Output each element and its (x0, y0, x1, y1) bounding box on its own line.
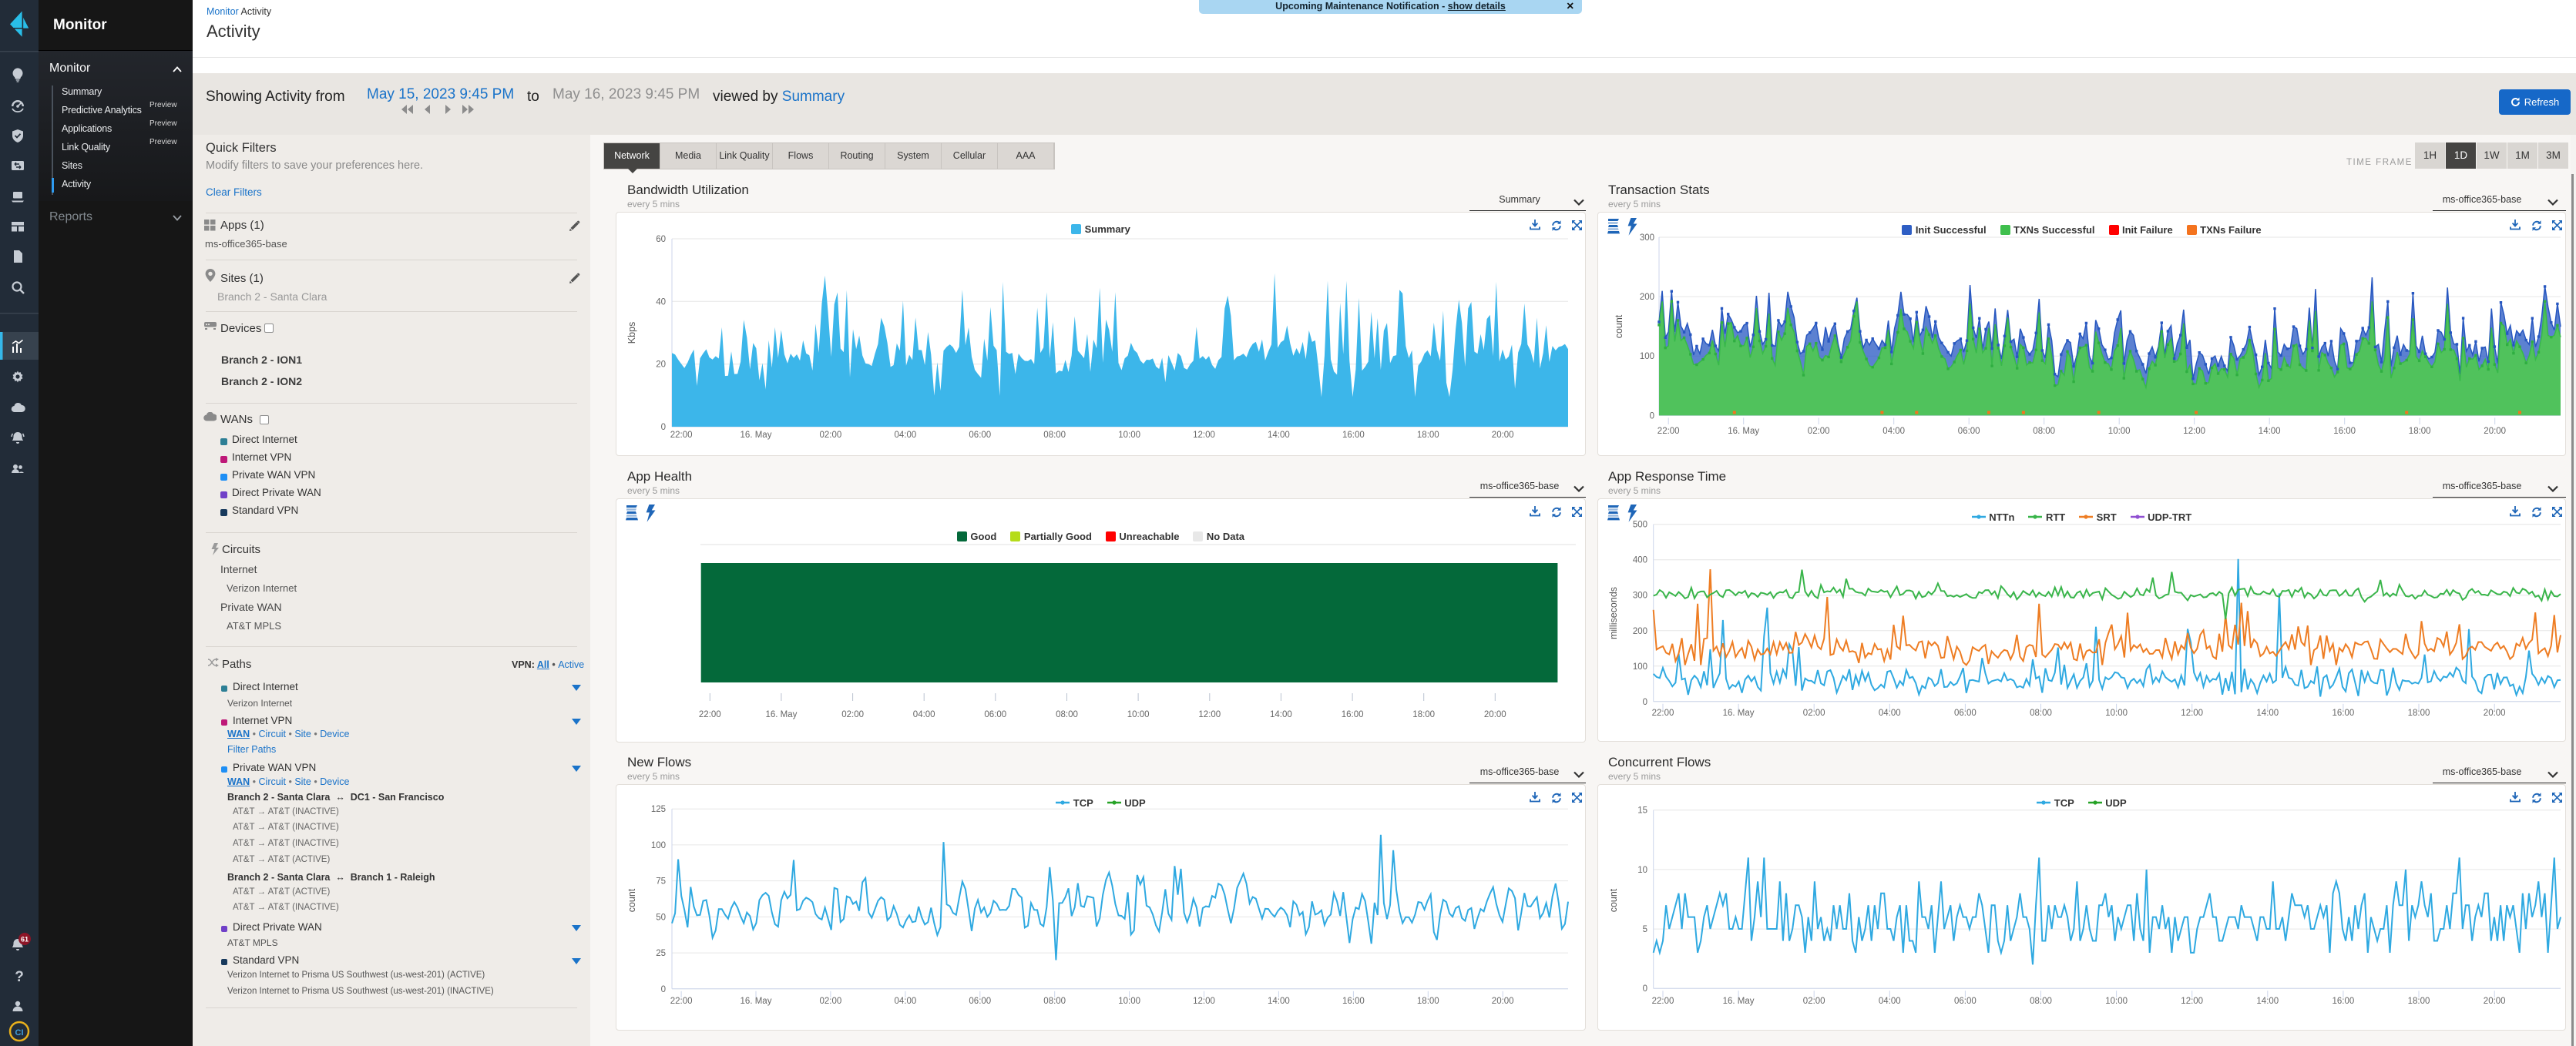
svg-text:02:00: 02:00 (1808, 427, 1830, 436)
svg-text:12:00: 12:00 (2181, 997, 2203, 1006)
svg-text:20:00: 20:00 (1484, 710, 1506, 719)
svg-text:16:00: 16:00 (2333, 997, 2355, 1006)
svg-text:06:00: 06:00 (969, 431, 991, 440)
svg-text:02:00: 02:00 (820, 431, 842, 440)
svg-text:0: 0 (661, 985, 666, 994)
svg-text:count: count (626, 888, 637, 912)
svg-text:200: 200 (1640, 293, 1654, 302)
svg-text:16. May: 16. May (1723, 997, 1755, 1006)
svg-text:20:00: 20:00 (1492, 431, 1514, 440)
svg-text:12:00: 12:00 (1193, 431, 1215, 440)
svg-text:12:00: 12:00 (1198, 710, 1221, 719)
svg-text:18:00: 18:00 (1412, 710, 1435, 719)
svg-text:10:00: 10:00 (2108, 427, 2131, 436)
svg-text:08:00: 08:00 (1043, 431, 1066, 440)
svg-text:02:00: 02:00 (820, 997, 842, 1006)
svg-text:count: count (1614, 314, 1624, 338)
svg-text:22:00: 22:00 (699, 710, 721, 719)
svg-text:5: 5 (1643, 925, 1647, 934)
svg-text:14:00: 14:00 (1270, 710, 1292, 719)
svg-text:10:00: 10:00 (1118, 431, 1140, 440)
svg-text:02:00: 02:00 (1803, 997, 1825, 1006)
svg-text:04:00: 04:00 (1879, 997, 1901, 1006)
svg-text:04:00: 04:00 (1882, 427, 1905, 436)
svg-text:02:00: 02:00 (841, 710, 864, 719)
svg-text:18:00: 18:00 (2409, 427, 2431, 436)
svg-text:16. May: 16. May (1728, 427, 1759, 436)
svg-text:06:00: 06:00 (1954, 997, 1977, 1006)
svg-text:08:00: 08:00 (2033, 427, 2055, 436)
svg-text:08:00: 08:00 (2030, 997, 2052, 1006)
svg-text:06:00: 06:00 (1958, 427, 1980, 436)
svg-text:14:00: 14:00 (2259, 427, 2281, 436)
svg-text:16:00: 16:00 (1342, 997, 1365, 1006)
svg-text:50: 50 (656, 913, 666, 922)
svg-text:16:00: 16:00 (1342, 710, 1364, 719)
svg-text:06:00: 06:00 (969, 997, 991, 1006)
svg-text:14:00: 14:00 (1268, 997, 1290, 1006)
svg-text:0: 0 (1650, 411, 1654, 421)
svg-text:12:00: 12:00 (2183, 427, 2205, 436)
svg-text:14:00: 14:00 (1268, 431, 1290, 440)
svg-text:22:00: 22:00 (670, 431, 693, 440)
svg-text:04:00: 04:00 (895, 431, 917, 440)
svg-text:08:00: 08:00 (1043, 997, 1066, 1006)
svg-text:0: 0 (661, 423, 666, 432)
svg-text:10: 10 (1637, 866, 1647, 875)
svg-text:0: 0 (1643, 698, 1647, 707)
svg-text:20:00: 20:00 (2484, 997, 2506, 1006)
svg-text:100: 100 (1633, 662, 1647, 672)
svg-text:400: 400 (1633, 556, 1647, 565)
svg-text:22:00: 22:00 (670, 997, 693, 1006)
svg-text:04:00: 04:00 (895, 997, 917, 1006)
svg-text:75: 75 (656, 877, 666, 887)
svg-text:16:00: 16:00 (1342, 431, 1365, 440)
svg-text:18:00: 18:00 (2408, 997, 2430, 1006)
svg-text:milliseconds: milliseconds (1608, 587, 1619, 639)
svg-text:18:00: 18:00 (1417, 997, 1439, 1006)
svg-text:14:00: 14:00 (2256, 997, 2279, 1006)
svg-text:100: 100 (1640, 352, 1654, 361)
svg-text:25: 25 (656, 949, 666, 958)
svg-text:18:00: 18:00 (1417, 431, 1439, 440)
svg-text:22:00: 22:00 (1652, 997, 1674, 1006)
svg-text:300: 300 (1633, 592, 1647, 601)
svg-text:16. May: 16. May (741, 997, 772, 1006)
svg-text:10:00: 10:00 (2105, 997, 2128, 1006)
svg-text:CI: CI (15, 1028, 24, 1038)
svg-text:0: 0 (1643, 984, 1647, 994)
svg-text:?: ? (15, 969, 24, 985)
svg-text:22:00: 22:00 (1657, 427, 1680, 436)
svg-text:40: 40 (656, 297, 666, 307)
svg-text:16. May: 16. May (741, 431, 772, 440)
svg-text:20:00: 20:00 (1492, 997, 1514, 1006)
svg-text:20:00: 20:00 (2484, 427, 2506, 436)
svg-text:12:00: 12:00 (1193, 997, 1215, 1006)
svg-text:200: 200 (1633, 627, 1647, 636)
svg-text:16. May: 16. May (765, 710, 797, 719)
svg-text:16:00: 16:00 (2333, 427, 2356, 436)
svg-text:100: 100 (651, 841, 666, 850)
svg-text:10:00: 10:00 (1118, 997, 1140, 1006)
svg-text:04:00: 04:00 (913, 710, 935, 719)
svg-text:10:00: 10:00 (1127, 710, 1150, 719)
svg-text:Kbps: Kbps (626, 322, 637, 344)
svg-text:61: 61 (21, 936, 29, 944)
svg-text:count: count (1608, 888, 1619, 912)
svg-text:20: 20 (656, 360, 666, 370)
svg-text:06:00: 06:00 (984, 710, 1006, 719)
svg-text:08:00: 08:00 (1056, 710, 1078, 719)
